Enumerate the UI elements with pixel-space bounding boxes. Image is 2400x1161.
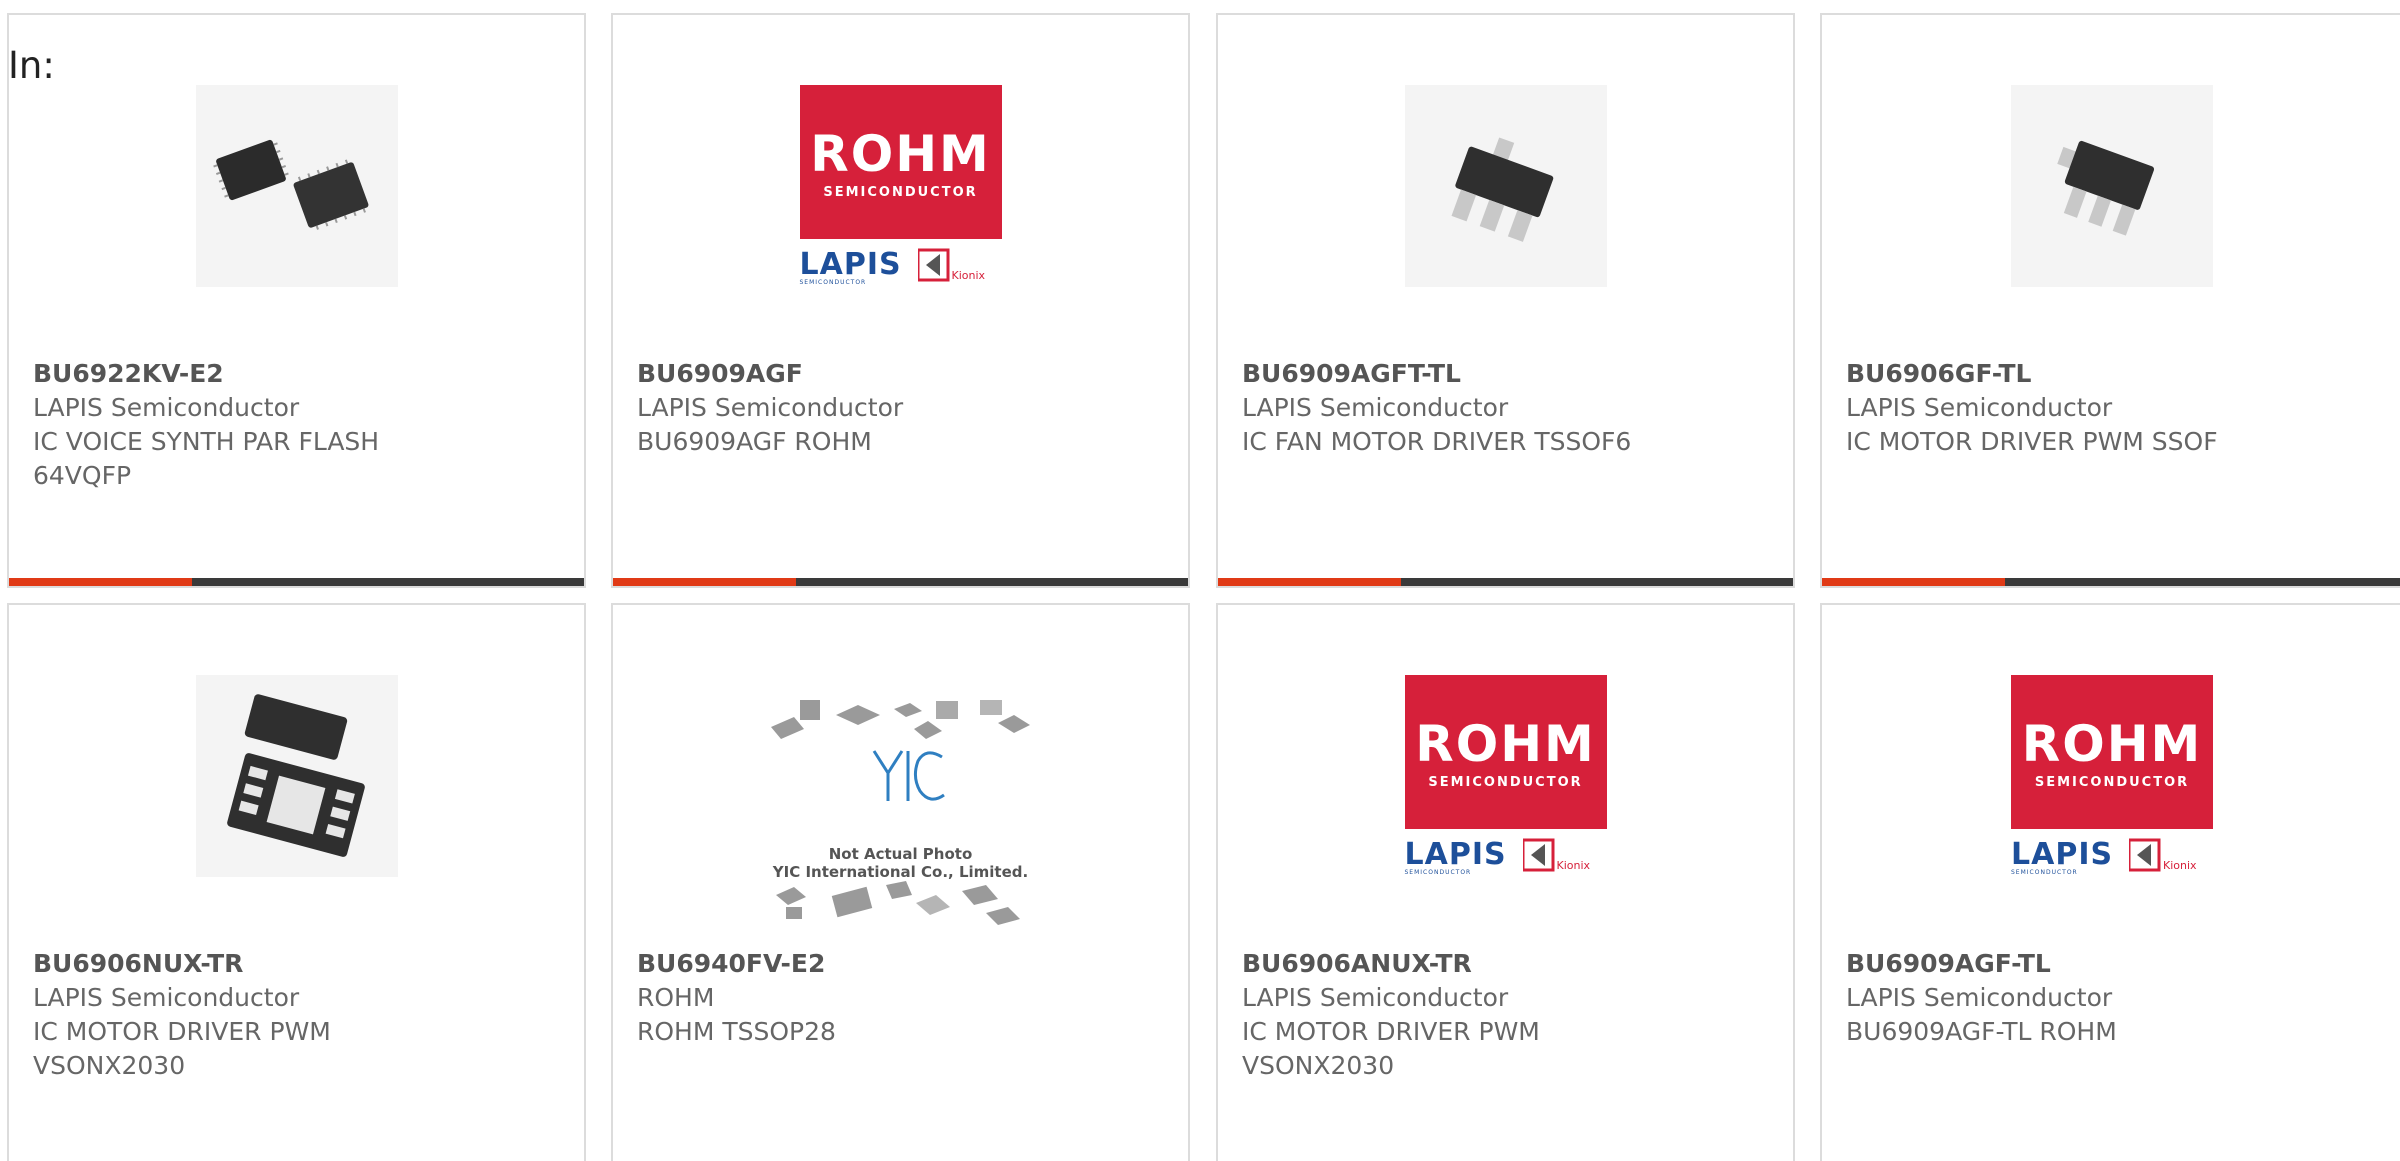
manufacturer: LAPIS Semiconductor [1242,983,1509,1012]
product-image[interactable] [1404,85,1607,287]
rohm-logo-subtext: SEMICONDUCTOR [2034,775,2190,790]
rohm-logo: ROHM SEMICONDUCTOR LAPIS SEMICONDUCTOR K… [1404,675,1607,877]
description: BU6909AGF ROHM [637,427,872,456]
product-image[interactable]: ROHM SEMICONDUCTOR LAPIS SEMICONDUCTOR K… [1404,675,1607,877]
sot-chip-icon [2011,85,2213,287]
son-chip-icon [195,675,398,877]
card-bottom-bar [1218,578,1793,586]
description-line-2: 64VQFP [33,461,132,490]
lapis-logo-subtext: SEMICONDUCTOR [1404,869,1472,876]
description-line-2: VSONX2030 [1242,1051,1395,1080]
card-accent-bar [613,578,796,586]
qfp-chips-icon [195,85,398,287]
card-accent-bar [1218,578,1401,586]
product-card[interactable]: BU6909AGFT-TL LAPIS Semiconductor IC FAN… [1216,13,1795,588]
part-number-link[interactable]: BU6909AGFT-TL [1242,357,1773,391]
lapis-logo-text: LAPIS [2011,837,2114,872]
manufacturer: LAPIS Semiconductor [1846,983,2113,1012]
description: IC MOTOR DRIVER PWM [33,1017,331,1046]
kionix-logo-text: Kionix [1556,859,1591,872]
product-card[interactable]: ROHM SEMICONDUCTOR LAPIS SEMICONDUCTOR K… [1820,603,2400,1161]
lapis-logo-subtext: SEMICONDUCTOR [2011,869,2078,876]
product-image[interactable]: ROHM SEMICONDUCTOR LAPIS SEMICONDUCTOR K… [799,85,1002,287]
description: IC MOTOR DRIVER PWM [1242,1017,1540,1046]
manufacturer: ROHM [637,983,715,1012]
lapis-logo-text: LAPIS [799,247,902,282]
in-label: In: [8,44,55,87]
kionix-logo-text: Kionix [2163,859,2197,872]
product-card[interactable]: BU6922KV-E2 LAPIS Semiconductor IC VOICE… [7,13,586,588]
manufacturer: LAPIS Semiconductor [1242,393,1509,422]
card-bottom-bar [9,578,584,586]
part-number-link[interactable]: BU6940FV-E2 [637,947,1168,981]
yic-placeholder-image: Not Actual Photo YIC International Co., … [766,695,1036,935]
rohm-logo-text: ROHM [1415,715,1596,773]
product-image[interactable]: ROHM SEMICONDUCTOR LAPIS SEMICONDUCTOR K… [2011,675,2213,877]
description: ROHM TSSOP28 [637,1017,836,1046]
yic-caption-1: Not Actual Photo [828,845,973,863]
rohm-logo-subtext: SEMICONDUCTOR [1428,775,1583,790]
description: IC FAN MOTOR DRIVER TSSOF6 [1242,427,1632,456]
part-number-link[interactable]: BU6906NUX-TR [33,947,564,981]
part-number-link[interactable]: BU6909AGF [637,357,1168,391]
product-image[interactable] [195,675,398,877]
product-card[interactable]: ROHM SEMICONDUCTOR LAPIS SEMICONDUCTOR K… [1216,603,1795,1161]
rohm-logo: ROHM SEMICONDUCTOR LAPIS SEMICONDUCTOR K… [799,85,1002,287]
part-number-link[interactable]: BU6906GF-TL [1846,357,2398,391]
rohm-logo-text: ROHM [810,125,991,183]
card-bottom-bar [613,578,1188,586]
rohm-logo-subtext: SEMICONDUCTOR [823,185,978,200]
part-number-link[interactable]: BU6906ANUX-TR [1242,947,1773,981]
rohm-logo: ROHM SEMICONDUCTOR LAPIS SEMICONDUCTOR K… [2011,675,2213,877]
yic-caption-2: YIC International Co., Limited. [772,863,1029,881]
product-card[interactable]: BU6906GF-TL LAPIS Semiconductor IC MOTOR… [1820,13,2400,588]
manufacturer: LAPIS Semiconductor [33,983,300,1012]
rohm-logo-text: ROHM [2021,715,2203,773]
card-accent-bar [1822,578,2005,586]
manufacturer: LAPIS Semiconductor [1846,393,2113,422]
product-image[interactable] [2011,85,2213,287]
part-number-link[interactable]: BU6922KV-E2 [33,357,564,391]
card-bottom-bar [1822,578,2400,586]
description: IC MOTOR DRIVER PWM SSOF [1846,427,2218,456]
description: IC VOICE SYNTH PAR FLASH [33,427,380,456]
product-card[interactable]: ROHM SEMICONDUCTOR LAPIS SEMICONDUCTOR K… [611,13,1190,588]
part-number-link[interactable]: BU6909AGF-TL [1846,947,2398,981]
manufacturer: LAPIS Semiconductor [637,393,904,422]
product-card[interactable]: BU6906NUX-TR LAPIS Semiconductor IC MOTO… [7,603,586,1161]
product-image[interactable]: Not Actual Photo YIC International Co., … [766,695,1036,935]
manufacturer: LAPIS Semiconductor [33,393,300,422]
product-card[interactable]: Not Actual Photo YIC International Co., … [611,603,1190,1161]
product-image[interactable] [195,85,398,287]
card-accent-bar [9,578,192,586]
kionix-logo-text: Kionix [951,269,986,282]
lapis-logo-subtext: SEMICONDUCTOR [799,279,867,286]
description-line-2: VSONX2030 [33,1051,186,1080]
description: BU6909AGF-TL ROHM [1846,1017,2117,1046]
lapis-logo-text: LAPIS [1404,837,1507,872]
sot-chip-icon [1404,85,1607,287]
